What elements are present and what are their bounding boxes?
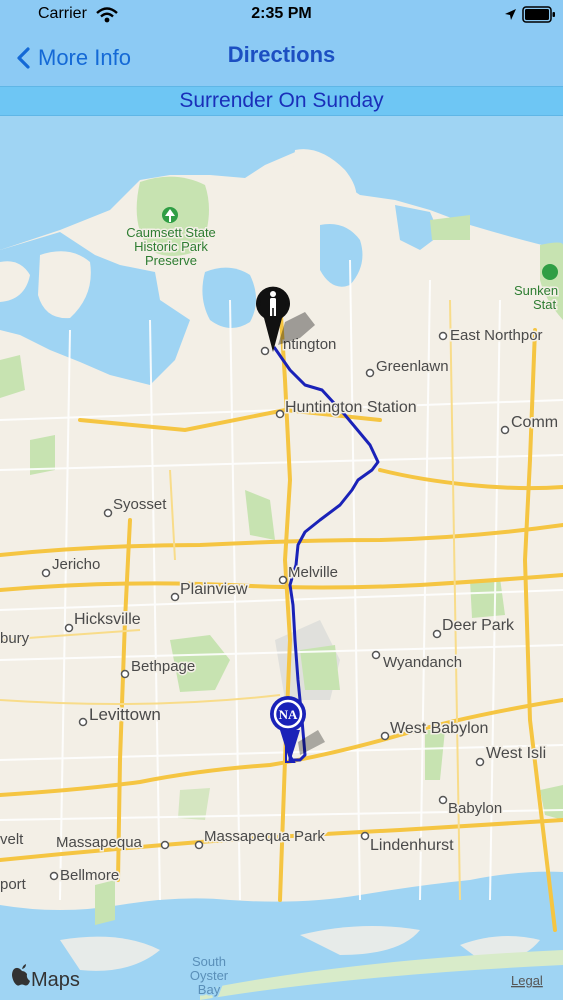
map-label-freeport: port [0, 876, 27, 893]
map-label-syosset: Syosset [113, 496, 167, 513]
na-logo-icon: NA [279, 707, 298, 722]
map-label-oyster: Oyster [190, 968, 229, 983]
map-label-south: South [192, 954, 226, 969]
map-label-commack: Comm [511, 414, 558, 431]
map-label-bethpage: Bethpage [131, 658, 195, 675]
navigation-bar: More Info Directions [0, 30, 563, 86]
map-label-greenlawn: Greenlawn [376, 358, 449, 375]
map-label-preserve: Preserve [145, 253, 197, 268]
map-label-melville: Melville [288, 564, 338, 581]
map-label-state: Stat [533, 297, 557, 312]
battery-icon [522, 6, 555, 23]
map-label-historic-park: Historic Park [134, 239, 208, 254]
meeting-name: Surrender On Sunday [179, 89, 384, 112]
map-label-lindenhurst: Lindenhurst [370, 837, 454, 854]
map-label-deer-park: Deer Park [442, 617, 515, 634]
legal-link[interactable]: Legal [511, 973, 543, 988]
map-label-plainview: Plainview [180, 581, 248, 598]
park-icon [542, 264, 558, 280]
map-label-babylon: Babylon [448, 800, 502, 817]
map-label-east-northport: East Northpor [450, 327, 543, 344]
map-label-massapequa-park: Massapequa Park [204, 828, 325, 845]
map-label-levittown: Levittown [89, 705, 161, 724]
clock: 2:35 PM [251, 5, 312, 22]
map-label-bay: Bay [198, 982, 221, 997]
meeting-banner: Surrender On Sunday [0, 86, 563, 116]
map-label-jericho: Jericho [52, 556, 100, 573]
page-title: Directions [227, 42, 336, 67]
maps-logo-text: Maps [31, 969, 80, 991]
map-label-roosevelt: velt [0, 831, 24, 848]
map-view[interactable]: Caumsett State Historic Park Preserve nt… [0, 116, 563, 1000]
map-label-massapequa: Massapequa [56, 834, 143, 851]
map-label-bellmore: Bellmore [60, 867, 119, 884]
status-bar: Carrier 2:35 PM [0, 0, 563, 30]
map-label-huntington-station: Huntington Station [285, 399, 417, 416]
map-label-west-islip: West Isli [486, 745, 546, 762]
map-label-sunken-meadow: Sunken [514, 283, 558, 298]
map-label-caumsett: Caumsett State [126, 225, 216, 240]
map-label-hicksville: Hicksville [74, 611, 141, 628]
location-arrow-icon [505, 9, 516, 20]
map-label-westbury: bury [0, 630, 30, 647]
map-label-west-babylon: West Babylon [390, 720, 488, 737]
map-label-wyandanch: Wyandanch [383, 654, 462, 671]
